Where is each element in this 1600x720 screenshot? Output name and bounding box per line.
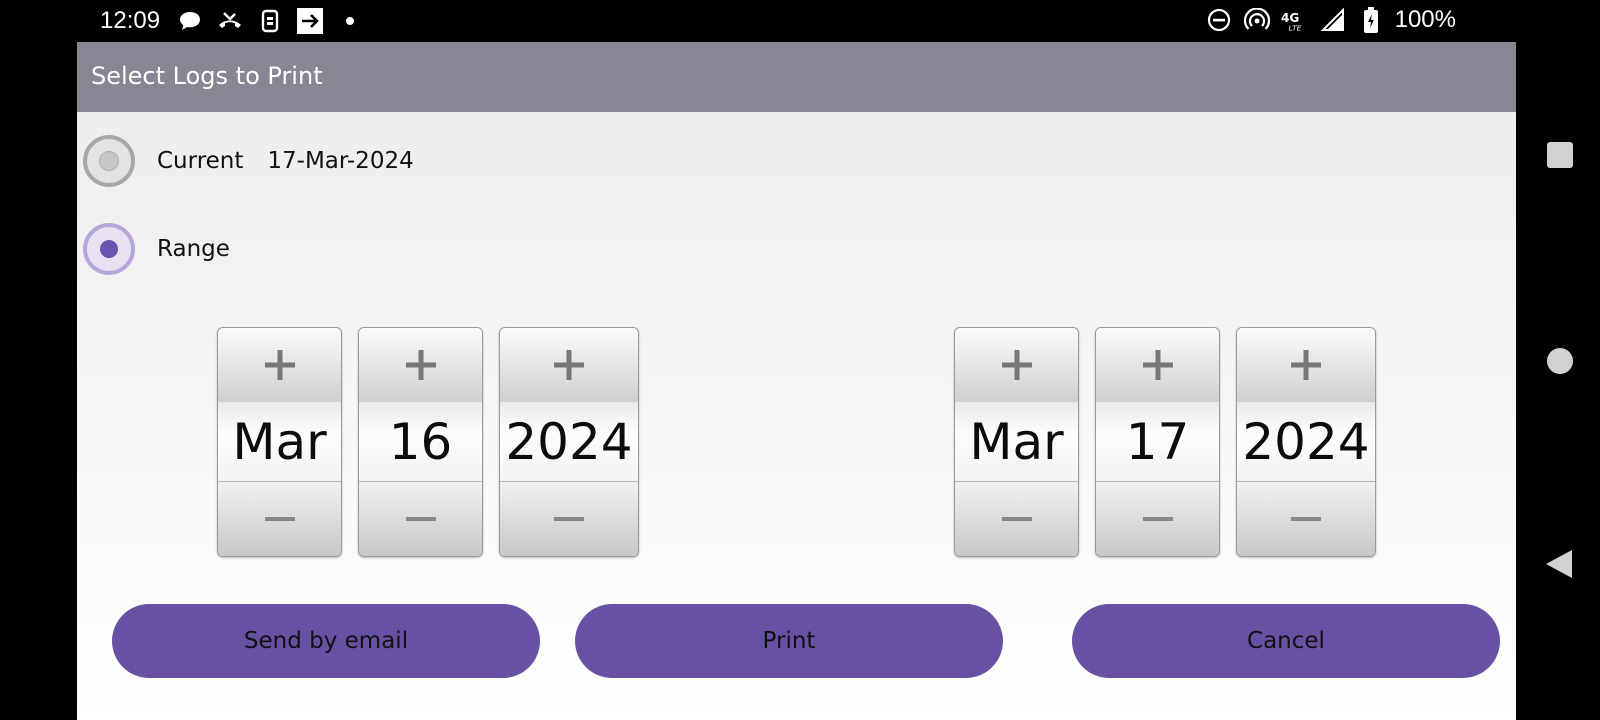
plus-icon — [264, 350, 295, 380]
to-month-decrement-button[interactable] — [955, 481, 1078, 556]
battery-icon — [1357, 6, 1385, 34]
plus-icon — [1142, 350, 1173, 380]
current-label: Current — [157, 148, 244, 174]
minus-icon — [1291, 517, 1321, 521]
to-day-increment-button[interactable] — [1096, 328, 1219, 403]
from-day-value[interactable]: 16 — [359, 402, 482, 482]
range-option-row[interactable]: Range — [83, 223, 230, 275]
status-bar: 12:09 4G LTE 100% — [0, 0, 1516, 42]
from-date-picker: Mar 16 2024 — [217, 327, 639, 557]
to-month-spinner: Mar — [954, 327, 1079, 557]
from-year-decrement-button[interactable] — [500, 481, 638, 556]
minus-icon — [264, 517, 295, 521]
plus-icon — [405, 350, 436, 380]
select-logs-dialog: Select Logs to Print Current 17-Mar-2024… — [77, 42, 1516, 720]
to-day-decrement-button[interactable] — [1096, 481, 1219, 556]
svg-text:LTE: LTE — [1288, 23, 1301, 32]
plus-icon — [554, 350, 584, 380]
from-month-value[interactable]: Mar — [218, 402, 341, 482]
from-year-increment-button[interactable] — [500, 328, 638, 403]
status-time: 12:09 — [100, 7, 161, 34]
to-month-value[interactable]: Mar — [955, 402, 1078, 482]
from-day-decrement-button[interactable] — [359, 481, 482, 556]
radio-dot — [100, 240, 118, 258]
radio-dot — [99, 151, 119, 171]
to-month-increment-button[interactable] — [955, 328, 1078, 403]
do-not-disturb-icon — [1205, 6, 1233, 34]
hotspot-icon — [1243, 6, 1271, 34]
minus-icon — [554, 517, 584, 521]
minus-icon — [1142, 517, 1173, 521]
signal-icon — [1319, 6, 1347, 34]
to-year-increment-button[interactable] — [1237, 328, 1375, 403]
from-month-decrement-button[interactable] — [218, 481, 341, 556]
current-date: 17-Mar-2024 — [267, 148, 414, 174]
from-month-spinner: Mar — [217, 327, 342, 557]
system-status-icons: 4G LTE 100% — [1205, 6, 1456, 34]
notification-icons — [176, 8, 364, 34]
plus-icon — [1291, 350, 1321, 380]
from-month-increment-button[interactable] — [218, 328, 341, 403]
to-year-spinner: 2024 — [1236, 327, 1376, 557]
from-year-spinner: 2024 — [499, 327, 639, 557]
print-button[interactable]: Print — [575, 604, 1003, 678]
missed-call-icon — [216, 8, 244, 34]
from-day-spinner: 16 — [358, 327, 483, 557]
home-circle-icon[interactable] — [1547, 348, 1573, 374]
cancel-button[interactable]: Cancel — [1072, 604, 1500, 678]
back-triangle-icon[interactable] — [1546, 550, 1572, 578]
range-label: Range — [157, 236, 230, 262]
to-date-picker: Mar 17 2024 — [954, 327, 1376, 557]
range-radio[interactable] — [83, 223, 135, 275]
send-by-email-button[interactable]: Send by email — [112, 604, 540, 678]
minus-icon — [1001, 517, 1032, 521]
current-radio[interactable] — [83, 135, 135, 187]
from-day-increment-button[interactable] — [359, 328, 482, 403]
sim-icon — [256, 8, 284, 34]
arrow-box-icon — [296, 8, 324, 34]
to-day-spinner: 17 — [1095, 327, 1220, 557]
to-year-value[interactable]: 2024 — [1237, 402, 1375, 482]
dialog-title: Select Logs to Print — [91, 62, 323, 90]
navigation-bar — [1516, 0, 1600, 720]
to-day-value[interactable]: 17 — [1096, 402, 1219, 482]
screen: 12:09 4G LTE 100% Select Logs to Print C… — [0, 0, 1600, 720]
current-option-row[interactable]: Current 17-Mar-2024 — [83, 135, 414, 187]
from-year-value[interactable]: 2024 — [500, 402, 638, 482]
battery-percent: 100% — [1394, 6, 1456, 33]
dot-icon — [336, 8, 364, 34]
chat-bubble-icon — [176, 8, 204, 34]
dialog-title-bar: Select Logs to Print — [77, 42, 1516, 112]
minus-icon — [405, 517, 436, 521]
recents-square-icon[interactable] — [1547, 142, 1573, 168]
plus-icon — [1001, 350, 1032, 380]
4g-lte-icon: 4G LTE — [1281, 6, 1309, 34]
to-year-decrement-button[interactable] — [1237, 481, 1375, 556]
